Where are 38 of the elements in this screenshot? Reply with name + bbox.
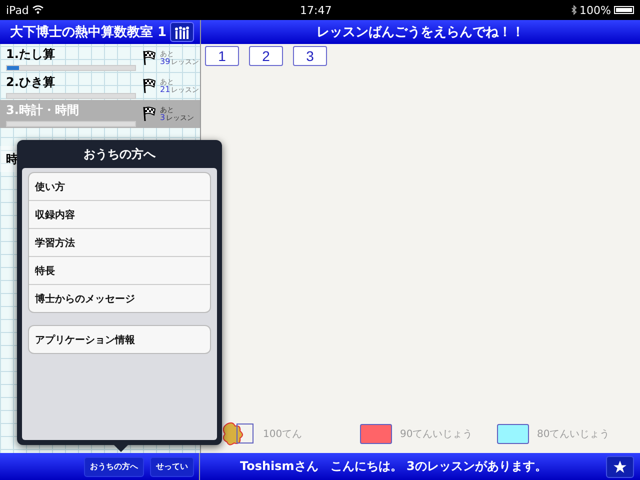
battery-icon [614, 6, 634, 14]
bar-chart-icon [174, 26, 190, 38]
battery-percent: 100% [580, 4, 611, 16]
bluetooth-icon [570, 5, 577, 15]
lesson-title: 2.ひき算 [6, 74, 56, 90]
checkered-flag-icon [142, 50, 156, 66]
lesson-title: 3.時計・時間 [6, 102, 80, 118]
lesson-title: 1.たし算 [6, 46, 56, 62]
star-icon [613, 460, 627, 474]
device-name: iPad [6, 4, 44, 16]
medal-flower-icon [223, 421, 255, 447]
toolbar-button[interactable]: おうちの方へ [84, 456, 144, 476]
chart-button[interactable] [170, 22, 194, 42]
lesson-number-button[interactable]: 2 [249, 46, 283, 66]
clock: 17:47 [300, 4, 332, 17]
popover-title: おうちの方へ [84, 146, 156, 162]
menu-item[interactable]: 学習方法 [29, 228, 210, 256]
remaining-count: 39 [160, 58, 170, 66]
wifi-icon [32, 4, 44, 14]
legend-label: 90てんいじょう [400, 428, 473, 441]
star-button[interactable] [606, 456, 634, 478]
remaining-count: 21 [160, 86, 170, 94]
app-title: 大下博士の熱中算数教室 1 [10, 24, 167, 41]
greeting-message: Toshismさん こんにちは。 3のレッスンがあります。 [240, 458, 547, 475]
main-title: レッスンばんごうをえらんでね！！ [316, 24, 524, 41]
remaining-count: 3 [160, 114, 166, 122]
menu-item[interactable]: アプリケーション情報 [29, 326, 210, 353]
legend-label: 100てん [263, 428, 302, 441]
legend-label: 80てんいじょう [537, 428, 610, 441]
menu-item[interactable]: 使い方 [29, 173, 210, 200]
menu-item[interactable]: 博士からのメッセージ [29, 284, 210, 312]
checkered-flag-icon [142, 106, 156, 122]
menu-item[interactable]: 特長 [29, 256, 210, 284]
lesson-number-button[interactable]: 3 [293, 46, 327, 66]
toolbar-button[interactable]: せってい [150, 456, 194, 476]
lesson-number-button[interactable]: 1 [205, 46, 239, 66]
checkered-flag-icon [142, 78, 156, 94]
menu-item[interactable]: 収録内容 [29, 200, 210, 228]
